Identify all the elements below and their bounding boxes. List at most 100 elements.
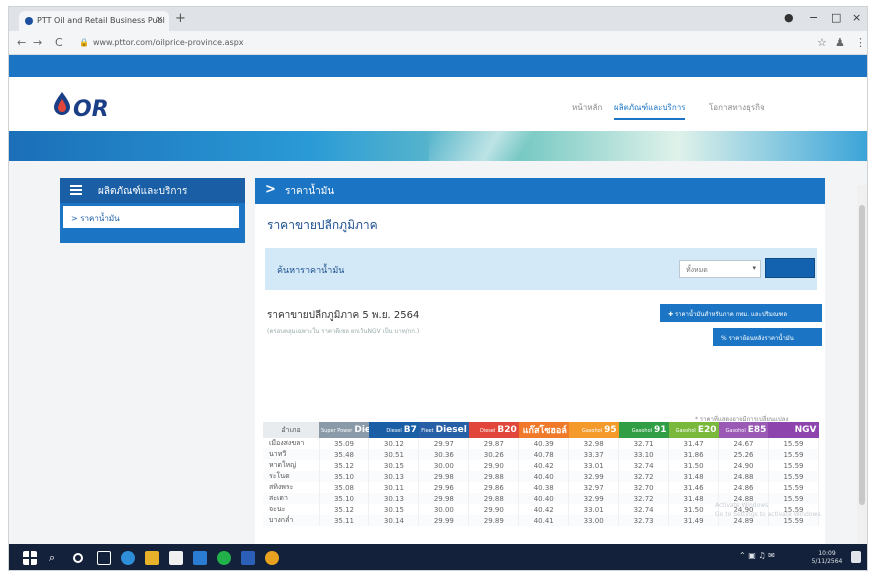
- back-button[interactable]: ←: [17, 36, 26, 49]
- page-scrollbar[interactable]: [857, 185, 867, 544]
- reload-button[interactable]: C: [55, 36, 63, 49]
- price-cell: 15.59: [768, 471, 820, 482]
- mail-icon[interactable]: [193, 551, 207, 565]
- price-cell: 24.88: [718, 471, 769, 482]
- maximize-button[interactable]: □: [831, 11, 841, 24]
- search-icon[interactable]: ⌕: [49, 551, 63, 565]
- minimize-button[interactable]: −: [809, 11, 818, 24]
- sidebar-item-label: ราคาน้ำมัน: [80, 214, 120, 223]
- or-logo[interactable]: OR: [53, 89, 143, 123]
- page-title: ราคาขายปลีกภูมิภาค: [267, 218, 378, 232]
- profile-icon[interactable]: ●: [784, 11, 794, 24]
- menu-dots-icon[interactable]: ⋮: [855, 36, 866, 49]
- taskbar-date: 5/11/2564: [811, 558, 843, 565]
- favicon-icon: [25, 17, 33, 25]
- content-header-label: ราคาน้ำมัน: [285, 186, 335, 197]
- price-cell: 35.10: [319, 493, 370, 504]
- fuel-brand-label: Gasohol: [675, 428, 696, 434]
- tab-close-icon[interactable]: ×: [155, 15, 163, 25]
- table-row: สทิงพระ 35.08 30.11 29.96 29.86 40.38 32.97 32.…: [263, 482, 820, 493]
- price-subtitle: (ครอบคลุมเฉพาะใน ราคาดีเซล ยกเว้นNGV เป็…: [267, 328, 420, 335]
- word-icon[interactable]: [241, 551, 255, 565]
- cortana-icon[interactable]: [73, 553, 83, 563]
- fuel-brand-label: Diesel: [386, 428, 402, 434]
- fuel-column-header: Diesel B7: [368, 422, 419, 438]
- line-app-icon[interactable]: [217, 551, 231, 565]
- fuel-brand-label: Gasohol: [631, 428, 653, 434]
- watermark-line: Activate Windows: [715, 502, 769, 509]
- price-cell: 40.41: [518, 515, 570, 526]
- price-cell: 24.86: [718, 482, 769, 493]
- taskbar-clock[interactable]: 10:09 5/11/2564: [807, 550, 847, 566]
- price-cell: 32.99: [568, 471, 620, 482]
- price-cell: 24.67: [718, 438, 769, 449]
- menu-icon: [70, 185, 82, 195]
- header-banner: [9, 131, 867, 161]
- price-cell: 35.08: [319, 482, 370, 493]
- price-cell: 35.10: [319, 471, 370, 482]
- nav-business[interactable]: โอกาสทางธุรกิจ: [709, 101, 765, 114]
- taskbar-time: 10:09: [818, 550, 836, 557]
- edge-icon[interactable]: [121, 551, 135, 565]
- price-cell: 40.78: [518, 449, 570, 460]
- price-cell: 31.50: [668, 504, 719, 515]
- nav-products[interactable]: ผลิตภัณฑ์และบริการ: [614, 101, 686, 120]
- price-cell: 35.48: [319, 449, 370, 460]
- system-tray-icons[interactable]: ⌃ ▣ ♫ ✉: [739, 551, 799, 565]
- task-view-icon[interactable]: [97, 551, 111, 565]
- bookmark-star-icon[interactable]: ☆: [817, 36, 827, 49]
- drop-logo-icon: [54, 92, 70, 115]
- file-explorer-icon[interactable]: [145, 551, 159, 565]
- site-header: OR หน้าหลัก ผลิตภัณฑ์และบริการ โอกาสทางธ…: [9, 77, 867, 131]
- area-cell: บางกล่ำ: [263, 515, 320, 526]
- fuel-brand-label: Gasohol: [581, 428, 603, 434]
- price-cell: 40.40: [518, 471, 570, 482]
- price-cell: 40.39: [518, 438, 570, 449]
- fuel-brand-label: Super Power: [321, 428, 353, 434]
- forward-button[interactable]: →: [33, 36, 42, 49]
- scrollbar-thumb[interactable]: [859, 205, 865, 505]
- price-cell: 33.01: [568, 504, 620, 515]
- browser-tab[interactable]: PTT Oil and Retail Business Publ ×: [19, 11, 169, 31]
- plus-icon: ✚: [668, 311, 675, 318]
- nav-home[interactable]: หน้าหลัก: [572, 101, 602, 114]
- area-column-header: อำเภอ: [263, 422, 319, 438]
- main-content: > ราคาน้ำมัน ราคาขายปลีกภูมิภาค ค้นหาราค…: [255, 178, 825, 544]
- sidebar-heading: ผลิตภัณฑ์และบริการ: [60, 178, 245, 203]
- price-cell: 33.37: [568, 449, 620, 460]
- url-field[interactable]: 🔒 www.pttor.com/oilprice-province.aspx: [79, 35, 739, 51]
- new-tab-button[interactable]: +: [175, 11, 186, 26]
- price-cell: 40.40: [518, 493, 570, 504]
- fuel-brand-label: Diesel: [479, 428, 496, 434]
- search-button[interactable]: [765, 258, 815, 278]
- price-cell: 29.98: [418, 471, 470, 482]
- chevron-right-icon: >: [71, 214, 81, 223]
- store-icon[interactable]: [169, 551, 183, 565]
- account-icon[interactable]: ♟: [835, 36, 845, 49]
- chevron-right-icon: >: [265, 182, 276, 197]
- price-cell: 32.72: [618, 471, 670, 482]
- chevron-down-icon: ▾: [752, 264, 756, 272]
- price-cell: 35.12: [319, 504, 370, 515]
- province-select[interactable]: ทั้งหมด ▾: [679, 260, 761, 278]
- notification-icon[interactable]: [851, 551, 861, 563]
- price-cell: 29.97: [418, 438, 470, 449]
- fuel-name-label: แก๊สโซฮอล์: [522, 426, 567, 436]
- fuel-name-label: NGV: [794, 425, 817, 435]
- price-cell: 15.59: [768, 482, 820, 493]
- price-cell: 32.72: [618, 493, 670, 504]
- price-cell: 31.49: [668, 515, 719, 526]
- area-cell: หาดใหญ่: [263, 460, 320, 471]
- chrome-icon[interactable]: [265, 551, 279, 565]
- price-cell: 40.42: [518, 460, 570, 471]
- bangkok-price-button[interactable]: ✚ ราคาน้ำมันสำหรับภาค กทม. และปริมณฑล: [660, 304, 822, 322]
- windows-start-icon[interactable]: [23, 551, 37, 565]
- price-cell: 30.36: [418, 449, 470, 460]
- price-history-button[interactable]: % ราคาย้อนหลังราคาน้ำมัน: [713, 328, 822, 346]
- close-window-button[interactable]: ×: [852, 11, 861, 24]
- price-cell: 30.13: [368, 471, 420, 482]
- price-cell: 31.46: [668, 482, 719, 493]
- content-header: > ราคาน้ำมัน: [255, 178, 825, 204]
- area-cell: นาทวี: [263, 449, 320, 460]
- sidebar-item-oil-price[interactable]: > ราคาน้ำมัน: [63, 206, 239, 228]
